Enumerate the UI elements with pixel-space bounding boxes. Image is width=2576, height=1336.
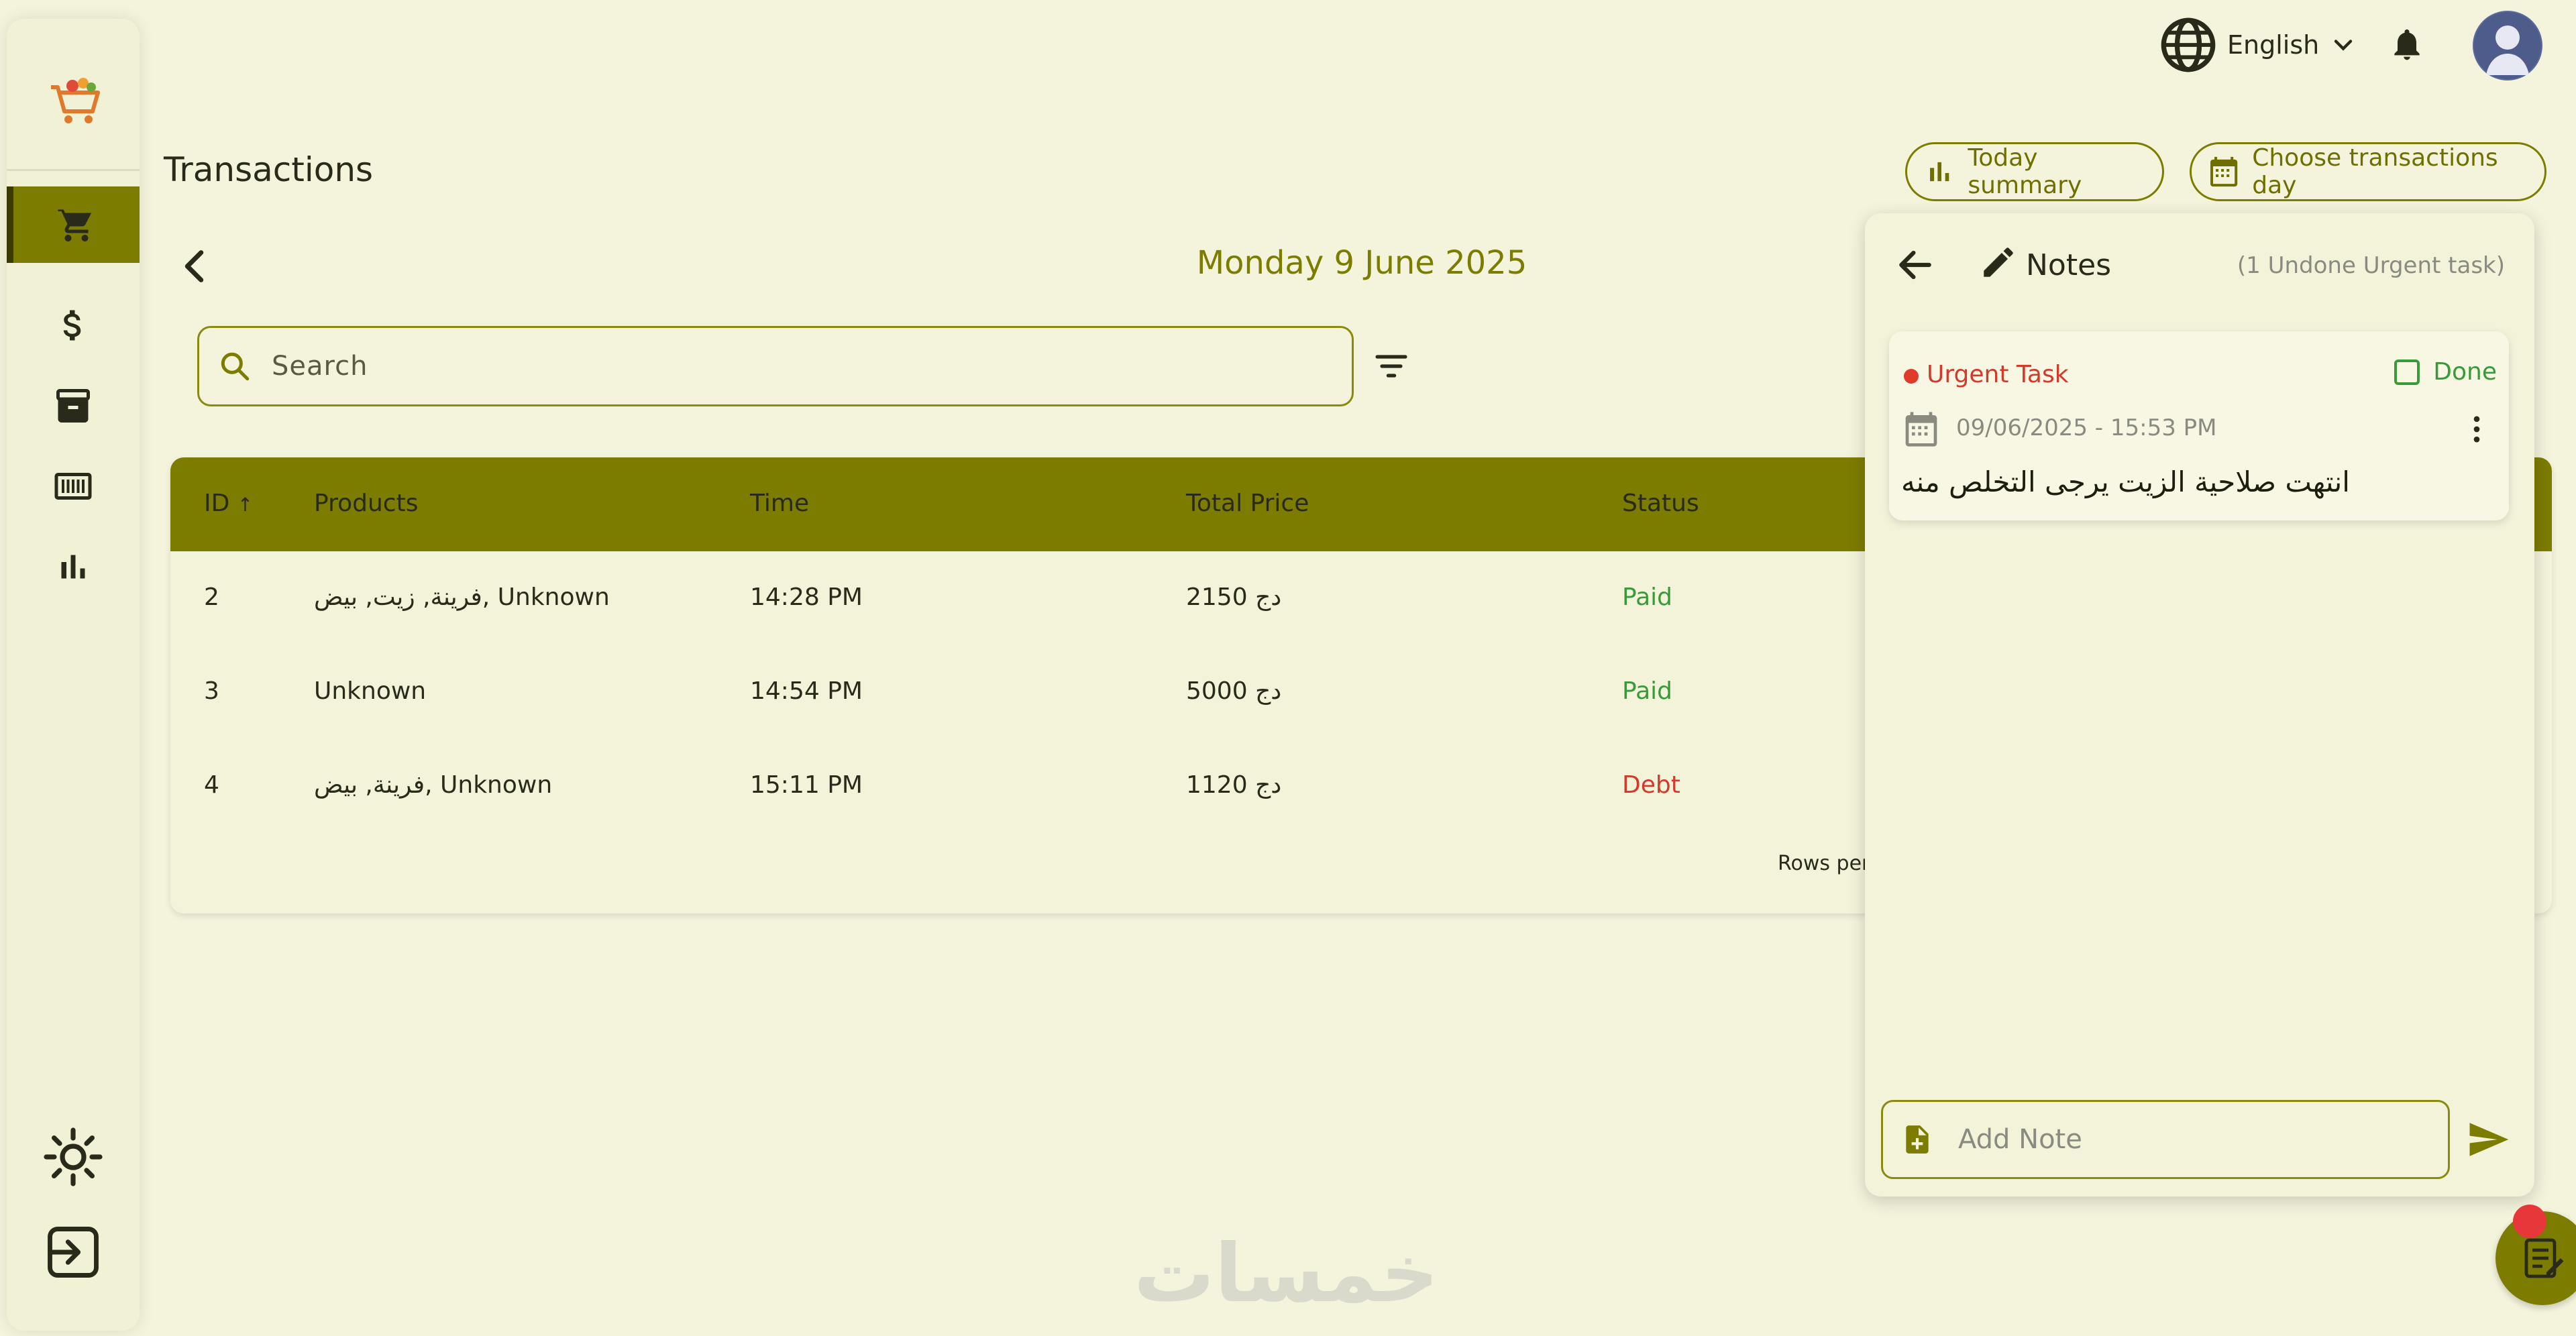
selected-date: Monday 9 June 2025 [1196, 244, 1527, 282]
cell-time: 14:54 PM [750, 677, 863, 705]
sidebar [7, 19, 140, 1331]
chevron-left-icon [184, 250, 204, 282]
cell-total: 1120 دج [1186, 771, 1282, 799]
send-icon [2469, 1123, 2509, 1156]
notes-panel: Notes (1 Undone Urgent task) Urgent Task… [1865, 213, 2534, 1196]
note-text: انتهت صلاحية الزيت يرجى التخلص منه [1901, 465, 2350, 498]
filter-icon [1375, 355, 1407, 378]
cell-time: 15:11 PM [750, 771, 863, 799]
cell-total: 5000 دج [1186, 677, 1282, 705]
more-vertical-icon [2473, 416, 2480, 443]
page-title: Transactions [164, 150, 374, 189]
cell-time: 14:28 PM [750, 583, 863, 611]
sidebar-divider [7, 169, 140, 171]
choose-day-button[interactable]: Choose transactions day [2190, 142, 2546, 201]
logout-button[interactable] [7, 1214, 140, 1290]
rows-per-page-label: Rows per [1778, 852, 1870, 875]
previous-day-button[interactable] [172, 243, 219, 290]
language-label: English [2227, 30, 2320, 60]
urgent-count: (1 Undone Urgent task) [2237, 252, 2505, 279]
choose-day-label: Choose transactions day [2252, 144, 2498, 199]
column-header-time[interactable]: Time [750, 490, 809, 517]
add-note-input[interactable] [1957, 1123, 2430, 1156]
globe-icon [2161, 17, 2216, 72]
cart-icon [58, 208, 92, 241]
notification-dot [2513, 1205, 2546, 1238]
add-note-field[interactable] [1881, 1100, 2450, 1179]
cell-id: 3 [204, 677, 219, 705]
today-summary-button[interactable]: Today summary [1905, 142, 2164, 201]
bar-chart-icon [61, 555, 85, 579]
sidebar-item-finance[interactable] [7, 287, 140, 364]
column-header-status[interactable]: Status [1622, 490, 1699, 517]
arrow-left-icon [1899, 250, 1931, 280]
calendar-icon [2210, 156, 2238, 187]
urgent-dot [1904, 369, 1919, 384]
logout-icon [48, 1227, 99, 1278]
cell-id: 4 [204, 771, 219, 799]
sidebar-item-transactions[interactable] [7, 186, 140, 263]
dollar-icon [63, 310, 81, 341]
chevron-down-icon [2334, 40, 2353, 51]
cell-status: Paid [1622, 677, 1673, 705]
filter-button[interactable] [1373, 347, 1410, 385]
done-checkbox[interactable] [2394, 359, 2420, 385]
edit-icon [1979, 243, 2018, 282]
note-card[interactable]: Urgent Task Done 09/06/2025 - 15:53 PM ا… [1889, 331, 2509, 520]
column-header-products[interactable]: Products [314, 490, 418, 517]
cell-products: Unknown [314, 677, 427, 705]
theme-toggle[interactable] [7, 1119, 140, 1195]
done-toggle[interactable]: Done [2394, 358, 2497, 386]
send-note-button[interactable] [2466, 1117, 2510, 1162]
watermark: خمسات [1134, 1227, 1439, 1321]
cell-products: فرينة, بيض, Unknown [314, 771, 553, 799]
calendar-icon [1902, 410, 1940, 448]
search-field[interactable] [197, 326, 1354, 406]
bell-icon [2394, 29, 2420, 60]
sun-icon [44, 1127, 103, 1186]
sidebar-item-barcode[interactable] [7, 448, 140, 524]
notes-back-button[interactable] [1894, 244, 1936, 286]
cell-products: فرينة, زيت, بيض, Unknown [314, 583, 610, 611]
search-input[interactable] [270, 350, 1333, 382]
bar-chart-icon [1930, 162, 1949, 182]
column-header-total[interactable]: Total Price [1186, 490, 1309, 517]
search-icon [221, 352, 250, 381]
urgent-tag: Urgent Task [1927, 361, 2069, 388]
notes-icon [2524, 1238, 2564, 1278]
barcode-icon [54, 473, 92, 500]
notifications-button[interactable] [2388, 25, 2426, 63]
shop-logo [46, 72, 103, 130]
sidebar-item-archive[interactable] [7, 368, 140, 444]
column-header-id[interactable]: ID ↑ [204, 490, 253, 517]
cell-total: 2150 دج [1186, 583, 1282, 611]
done-label: Done [2433, 358, 2497, 386]
note-datetime: 09/06/2025 - 15:53 PM [1956, 414, 2217, 441]
archive-icon [56, 389, 90, 423]
note-menu-button[interactable] [2459, 412, 2494, 447]
avatar[interactable] [2473, 11, 2542, 80]
language-selector[interactable]: English [2159, 16, 2358, 74]
today-summary-label: Today summary [1968, 144, 2082, 199]
note-add-icon [1906, 1125, 1929, 1154]
notes-title: Notes [2026, 248, 2112, 282]
cell-status: Paid [1622, 583, 1673, 611]
cell-id: 2 [204, 583, 219, 611]
sidebar-item-stats[interactable] [7, 528, 140, 605]
cell-status: Debt [1622, 771, 1680, 799]
